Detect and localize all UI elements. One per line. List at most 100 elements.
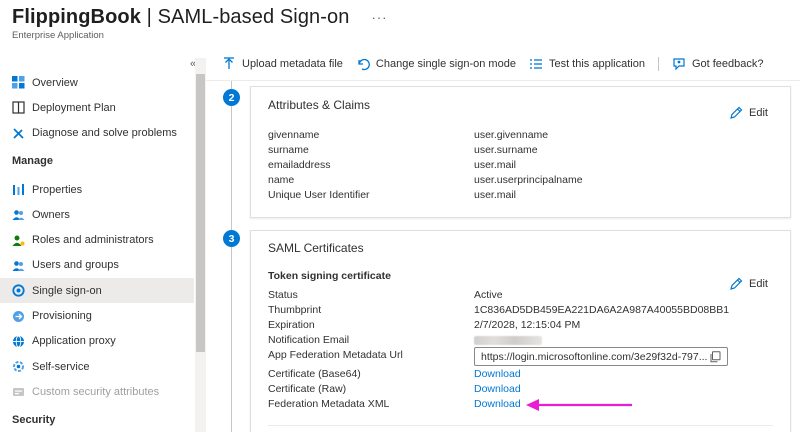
wrench-icon bbox=[12, 127, 25, 140]
field-label: Thumbprint bbox=[268, 304, 322, 316]
download-base64-link[interactable]: Download bbox=[474, 368, 521, 383]
test-application-button[interactable]: Test this application bbox=[529, 57, 645, 71]
download-federation-metadata-link[interactable]: Download bbox=[474, 398, 521, 413]
cert-thumbprint-row: Thumbprint 1C836AD5DB459EA221DA6A2A987A4… bbox=[268, 304, 773, 319]
sidebar-item-diagnose[interactable]: Diagnose and solve problems bbox=[0, 121, 194, 146]
claim-row: Unique User Identifier user.mail bbox=[268, 189, 773, 204]
edit-label: Edit bbox=[749, 107, 768, 119]
book-icon bbox=[12, 101, 25, 115]
sidebar-item-deployment-plan[interactable]: Deployment Plan bbox=[0, 95, 194, 120]
page-subtitle: SAML-based Sign-on bbox=[157, 6, 350, 28]
security-attributes-icon bbox=[12, 385, 25, 398]
more-options-button[interactable]: ··· bbox=[372, 10, 388, 25]
attributes-card-title: Attributes & Claims bbox=[268, 98, 371, 112]
claim-name: surname bbox=[268, 144, 309, 156]
sidebar-item-label: Self-service bbox=[32, 360, 90, 373]
download-raw-link[interactable]: Download bbox=[474, 383, 521, 398]
claim-row: givenname user.givenname bbox=[268, 129, 773, 144]
page-title: FlippingBook | SAML-based Sign-on bbox=[12, 6, 350, 29]
upload-icon bbox=[222, 57, 236, 71]
page-header: FlippingBook | SAML-based Sign-on ··· En… bbox=[12, 6, 388, 41]
field-label: Certificate (Base64) bbox=[268, 368, 361, 380]
sso-icon bbox=[12, 284, 25, 297]
sidebar-item-label: Owners bbox=[32, 208, 70, 221]
step-connector bbox=[231, 247, 232, 432]
field-label: Notification Email bbox=[268, 334, 350, 346]
claim-value: user.mail bbox=[474, 159, 517, 171]
provisioning-icon bbox=[12, 310, 25, 323]
sidebar-item-roles[interactable]: Roles and administrators bbox=[0, 227, 194, 252]
security-heading: Security bbox=[12, 414, 56, 427]
manage-heading: Manage bbox=[12, 155, 53, 168]
sidebar-item-label: Users and groups bbox=[32, 259, 119, 272]
copy-icon[interactable] bbox=[709, 351, 721, 363]
saml-certificates-card: SAML Certificates Token signing certific… bbox=[250, 230, 791, 432]
sidebar-item-provisioning[interactable]: Provisioning bbox=[0, 303, 194, 328]
claim-row: surname user.surname bbox=[268, 144, 773, 159]
claim-name: Unique User Identifier bbox=[268, 189, 370, 201]
sidebar-item-label: Application proxy bbox=[32, 335, 116, 348]
edit-attributes-button[interactable]: Edit bbox=[729, 106, 768, 120]
expiration-value: 2/7/2028, 12:15:04 PM bbox=[474, 319, 581, 331]
sidebar-item-label: Roles and administrators bbox=[32, 234, 154, 247]
claim-name: emailaddress bbox=[268, 159, 331, 171]
toolbar-divider bbox=[657, 57, 659, 71]
sidebar: « Overview Deployment Plan Diagnose and … bbox=[0, 58, 206, 432]
redacted-email bbox=[474, 336, 542, 345]
scrollbar-thumb[interactable] bbox=[196, 74, 205, 352]
step-connector bbox=[231, 81, 232, 89]
sidebar-item-single-sign-on[interactable]: Single sign-on bbox=[0, 278, 194, 304]
cert-expiration-row: Expiration 2/7/2028, 12:15:04 PM bbox=[268, 319, 773, 334]
cert-status-value: Active bbox=[474, 289, 503, 301]
attributes-claims-card: Attributes & Claims Edit givenname user.… bbox=[250, 86, 791, 218]
cert-raw-row: Certificate (Raw) Download bbox=[268, 383, 773, 398]
undo-icon bbox=[356, 57, 370, 71]
field-label: Status bbox=[268, 289, 298, 301]
upload-metadata-label: Upload metadata file bbox=[242, 58, 343, 70]
sidebar-item-overview[interactable]: Overview bbox=[0, 70, 194, 95]
change-sso-mode-label: Change single sign-on mode bbox=[375, 58, 516, 70]
claim-value: user.givenname bbox=[474, 129, 549, 141]
roles-icon bbox=[12, 234, 25, 247]
sidebar-item-label: Custom security attributes bbox=[32, 385, 160, 398]
step-connector bbox=[231, 106, 232, 230]
step-badge-3: 3 bbox=[223, 230, 240, 247]
sidebar-item-users-and-groups[interactable]: Users and groups bbox=[0, 253, 194, 278]
owners-icon bbox=[12, 208, 25, 221]
sidebar-item-label: Overview bbox=[32, 76, 78, 89]
metadata-url-value: https://login.microsoftonline.com/3e29f3… bbox=[481, 350, 707, 363]
metadata-url-field[interactable]: https://login.microsoftonline.com/3e29f3… bbox=[474, 347, 728, 366]
token-signing-heading: Token signing certificate bbox=[268, 270, 391, 282]
upload-metadata-button[interactable]: Upload metadata file bbox=[222, 57, 343, 71]
claim-value: user.surname bbox=[474, 144, 538, 156]
claim-value: user.mail bbox=[474, 189, 517, 201]
claim-name: name bbox=[268, 174, 295, 186]
claim-name: givenname bbox=[268, 129, 320, 141]
thumbprint-value: 1C836AD5DB459EA221DA6A2A987A40055BD08BB1 bbox=[474, 304, 730, 316]
sidebar-item-label: Single sign-on bbox=[32, 284, 102, 297]
sidebar-item-custom-security-attributes[interactable]: Custom security attributes bbox=[0, 379, 194, 404]
field-label: Federation Metadata XML bbox=[268, 398, 390, 410]
sidebar-scrollbar[interactable] bbox=[195, 58, 206, 432]
properties-icon bbox=[12, 183, 25, 196]
users-icon bbox=[12, 259, 25, 272]
sidebar-item-application-proxy[interactable]: Application proxy bbox=[0, 329, 194, 354]
sidebar-item-properties[interactable]: Properties bbox=[0, 177, 194, 202]
command-bar: Upload metadata file Change single sign-… bbox=[222, 52, 777, 76]
change-sso-mode-button[interactable]: Change single sign-on mode bbox=[356, 57, 516, 71]
test-application-label: Test this application bbox=[548, 58, 645, 70]
toolbar-separator bbox=[206, 80, 800, 81]
feedback-icon bbox=[672, 57, 686, 71]
pencil-icon bbox=[729, 106, 743, 120]
sidebar-item-label: Provisioning bbox=[32, 310, 92, 323]
annotation-arrow-icon bbox=[526, 399, 632, 411]
feedback-label: Got feedback? bbox=[691, 58, 764, 70]
sidebar-item-label: Properties bbox=[32, 183, 83, 196]
self-service-icon bbox=[12, 360, 25, 373]
sidebar-item-owners[interactable]: Owners bbox=[0, 202, 194, 227]
cert-base64-row: Certificate (Base64) Download bbox=[268, 368, 773, 383]
app-name: FlippingBook bbox=[12, 6, 141, 28]
sidebar-item-self-service[interactable]: Self-service bbox=[0, 354, 194, 379]
feedback-button[interactable]: Got feedback? bbox=[672, 57, 764, 71]
app-type-label: Enterprise Application bbox=[12, 30, 104, 41]
